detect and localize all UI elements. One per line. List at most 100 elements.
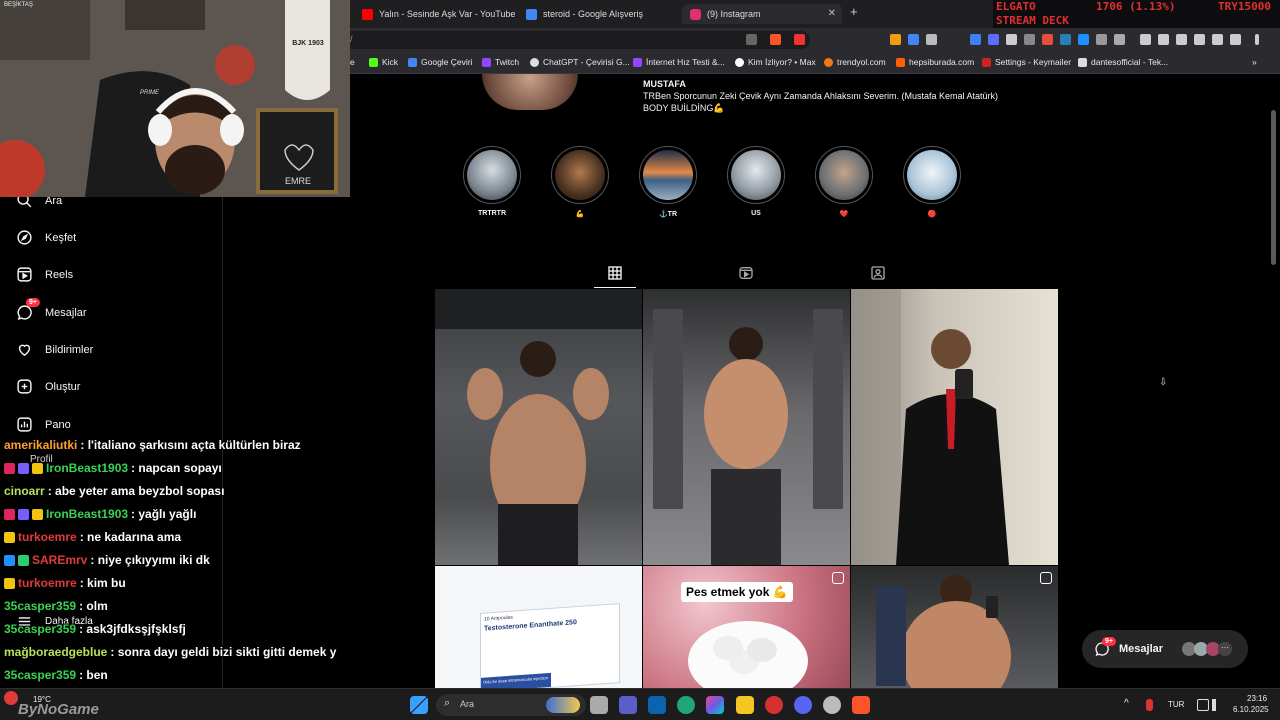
discord-icon[interactable]: [794, 696, 812, 714]
post-thumbnail[interactable]: 10 Ampoules Testosterone Enanthate 250 O…: [435, 566, 642, 688]
highlight[interactable]: ❤️: [815, 146, 873, 218]
grid-icon[interactable]: [607, 264, 623, 282]
post-thumbnail[interactable]: Pes etmek yok 💪: [643, 566, 850, 688]
new-tab-button[interactable]: +: [850, 4, 858, 19]
obs-icon[interactable]: [823, 696, 841, 714]
opera-icon[interactable]: [765, 696, 783, 714]
medicine-box: 10 Ampoules Testosterone Enanthate 250 O…: [480, 603, 620, 688]
copilot-icon[interactable]: [706, 696, 724, 714]
bookmark-label: dantesofficial - Tek...: [1091, 57, 1169, 67]
browser-tab-active[interactable]: (9) Instagram ✕: [682, 4, 842, 24]
clock-time[interactable]: 23:16: [1247, 694, 1267, 703]
extension-icon[interactable]: [1078, 34, 1089, 45]
chat-message: 35casper359: ask3jfdksşjfşklsfj: [4, 622, 186, 636]
file-explorer-icon[interactable]: [736, 696, 754, 714]
scrollbar[interactable]: [1271, 110, 1276, 265]
highlight[interactable]: TRTRTR: [463, 146, 521, 217]
extension-icon[interactable]: [1024, 34, 1035, 45]
profile-bio-line-1: TRBen Sporcunun Zeki Çevik Aynı Zamanda …: [643, 91, 998, 101]
bookmarks-more[interactable]: »: [1252, 57, 1257, 67]
vpn-icon[interactable]: [1212, 34, 1223, 45]
close-icon[interactable]: ✕: [828, 8, 836, 19]
clock-date[interactable]: 6.10.2025: [1233, 705, 1269, 714]
messages-pill[interactable]: 9+ Mesajlar ···: [1082, 630, 1248, 668]
highlight[interactable]: 💪: [551, 146, 609, 218]
chat-text: : napcan sopayı: [131, 461, 222, 475]
task-view-icon[interactable]: [590, 696, 608, 714]
cast-icon[interactable]: [746, 34, 757, 45]
wallet-icon[interactable]: [1176, 34, 1187, 45]
nav-notifications[interactable]: Bildirimler: [16, 341, 93, 358]
bookmark-label: trendyol.com: [837, 57, 886, 67]
chat-text: : olm: [79, 599, 108, 613]
post-thumbnail[interactable]: [435, 289, 642, 565]
sidebar-icon[interactable]: [1158, 34, 1169, 45]
address-bar[interactable]: /: [350, 31, 810, 49]
music-icon[interactable]: [1140, 34, 1151, 45]
nav-messages[interactable]: 9+ Mesajlar: [16, 298, 87, 321]
post-overlay-text: Pes etmek yok 💪: [681, 582, 793, 602]
profile-avatar[interactable]: [482, 74, 578, 110]
outlook-icon[interactable]: [648, 696, 666, 714]
tray-overflow-icon[interactable]: ^: [1124, 698, 1129, 709]
teams-icon[interactable]: [619, 696, 637, 714]
corner-label: BEŞİKTAŞ: [4, 2, 33, 8]
bookmark[interactable]: e: [350, 57, 355, 67]
network-icon[interactable]: [1197, 699, 1209, 711]
highlight[interactable]: US: [727, 146, 785, 217]
bookmark[interactable]: Kick: [369, 57, 398, 67]
nav-dashboard[interactable]: Pano: [16, 416, 71, 433]
eggs: [713, 636, 743, 660]
nav-explore[interactable]: Keşfet: [16, 229, 76, 246]
bookmark[interactable]: dantesofficial - Tek...: [1078, 57, 1168, 67]
chat-message: turkoemre: kim bu: [4, 576, 126, 590]
menu-icon[interactable]: [1255, 34, 1259, 45]
bookmark[interactable]: İnternet Hız Testi &...: [633, 57, 725, 67]
extension-icon[interactable]: [970, 34, 981, 45]
post-thumbnail[interactable]: [643, 289, 850, 565]
post-thumbnail[interactable]: [851, 289, 1058, 565]
browser-tab[interactable]: Yalın - Sesinde Aşk Var - YouTube: [362, 4, 515, 24]
chat-badge-icon: [18, 508, 29, 520]
bookmark[interactable]: Google Çeviri: [408, 57, 473, 67]
translate-icon[interactable]: [908, 34, 919, 45]
bookmark[interactable]: trendyol.com: [824, 57, 886, 67]
extension-icon[interactable]: [1114, 34, 1125, 45]
bookmark[interactable]: Twitch: [482, 57, 519, 67]
bookmark[interactable]: hepsiburada.com: [896, 57, 974, 67]
tagged-icon[interactable]: [870, 264, 886, 282]
windows-start-icon[interactable]: [410, 696, 428, 714]
extension-icon[interactable]: [1006, 34, 1017, 45]
highlight[interactable]: 🔴: [903, 146, 961, 218]
browser-tab[interactable]: steroid - Google Alışveriş: [526, 4, 643, 24]
bookmark[interactable]: Kim İzliyor? • Max: [735, 57, 816, 67]
chat-username: 35casper359: [4, 622, 77, 636]
nav-reels[interactable]: Reels: [16, 266, 73, 283]
bookmark[interactable]: ChatGPT - Çevirisi G...: [530, 57, 630, 67]
taskbar-search[interactable]: ⌕ Ara: [436, 694, 586, 716]
brave-icon[interactable]: [852, 696, 870, 714]
extension-icon[interactable]: [988, 34, 999, 45]
highlight[interactable]: ⚓TR: [639, 146, 697, 218]
reels-tab-icon[interactable]: [738, 264, 754, 282]
extension-icon[interactable]: [1060, 34, 1071, 45]
bookmark[interactable]: Settings - Keymailer: [982, 57, 1071, 67]
microphone-icon[interactable]: [1146, 699, 1153, 711]
nav-create[interactable]: Oluştur: [16, 378, 80, 395]
brave-shield-icon[interactable]: [770, 34, 781, 45]
extension-icon[interactable]: [926, 34, 937, 45]
brave-rewards-icon[interactable]: [794, 34, 805, 45]
extension-icon[interactable]: [890, 34, 901, 45]
settings-icon[interactable]: [1230, 34, 1241, 45]
chat-username: IronBeast1903: [46, 461, 129, 475]
chat-message: mağboraedgeblue: sonra dayı geldi bizi s…: [4, 645, 336, 659]
extension-icon[interactable]: [1042, 34, 1053, 45]
language-indicator[interactable]: TUR: [1168, 700, 1184, 709]
chat-message: SAREmrv: niye çıkıyyımı iki dk: [4, 553, 210, 567]
edge-icon[interactable]: [677, 696, 695, 714]
bookmark-label: Kick: [382, 57, 399, 67]
extension-icon[interactable]: [1096, 34, 1107, 45]
leo-icon[interactable]: [1194, 34, 1205, 45]
volume-icon[interactable]: [1212, 699, 1224, 711]
post-thumbnail[interactable]: [851, 566, 1058, 688]
